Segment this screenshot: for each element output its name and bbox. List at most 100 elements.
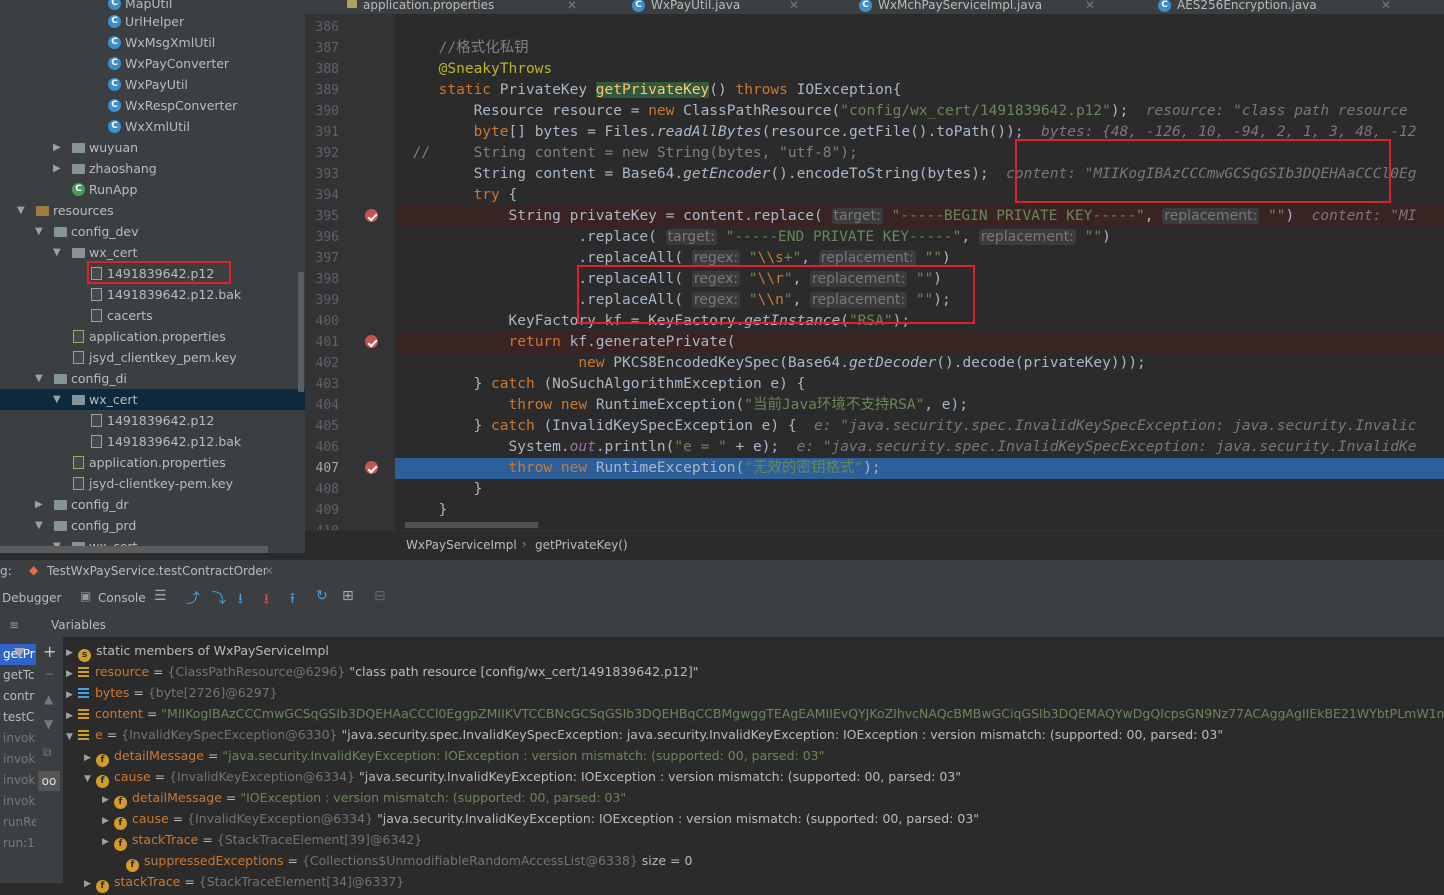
chevron-down-icon[interactable]: ▼ [35, 221, 43, 242]
variable-row[interactable]: ▼ e = {InvalidKeySpecException@6330} "jav… [63, 724, 1444, 745]
add-watch-icon[interactable]: + [43, 642, 56, 661]
filter-icon[interactable]: ▼ [14, 645, 25, 661]
move-up-icon[interactable]: ▲ [44, 692, 53, 706]
tree-item-cacerts[interactable]: cacerts [0, 305, 305, 326]
variable-row[interactable]: ▶ f detailMessage = "java.security.Invalid… [63, 745, 1444, 767]
tab-wxpayutil[interactable]: C WxPayUtil.java [632, 0, 740, 14]
trace-icon[interactable]: ⊟ [374, 588, 386, 604]
frames-list[interactable]: getPr getTc contr testC invok invok invo… [0, 637, 36, 883]
step-into-icon[interactable]: ⭳ [238, 588, 243, 612]
tree-item-config-prd[interactable]: ▼ config_prd [0, 515, 305, 536]
array-icon [78, 688, 89, 698]
chevron-down-icon[interactable]: ▼ [17, 200, 25, 221]
frame-item[interactable]: invok [3, 728, 35, 749]
copy-icon[interactable]: ⧉ [43, 745, 52, 760]
menu-icon[interactable]: ☰ [154, 588, 167, 604]
remove-watch-icon[interactable]: − [44, 667, 54, 681]
step-out-icon[interactable]: ⭱ [290, 588, 295, 612]
chevron-down-icon[interactable]: ▼ [53, 242, 61, 263]
chevron-down-icon[interactable]: ▼ [53, 389, 61, 410]
tree-item-runapp[interactable]: C RunApp [0, 179, 305, 200]
chevron-right-icon[interactable]: ▶ [84, 874, 96, 895]
tree-item-application-properties[interactable]: application.properties [0, 326, 305, 347]
code-line-404: throw new RuntimeException("当前Java环境不支持R… [508, 397, 968, 413]
tab-close[interactable]: ✕ [789, 0, 799, 14]
tree-item-clientkey[interactable]: jsyd-clientkey-pem.key [0, 473, 305, 494]
tree-item-wuyuan[interactable]: ▶ wuyuan [0, 137, 305, 158]
tree-item-wxrespconverter[interactable]: C WxRespConverter [0, 95, 305, 116]
variable-row[interactable]: f suppressedExceptions = {Collections$Unm… [63, 850, 1444, 872]
move-down-icon[interactable]: ▼ [44, 717, 53, 731]
step-over-icon[interactable]: ⤵ [212, 588, 226, 608]
variable-row[interactable]: ▶ bytes = {byte[2726]@6297} [63, 682, 1444, 703]
force-step-into-icon[interactable]: ⭳ [264, 588, 269, 612]
frame-item[interactable]: invok [3, 791, 35, 812]
tree-item-wx-cert[interactable]: ▼wx_cert [0, 242, 305, 263]
tree-item-p12-bak[interactable]: 1491839642.p12.bak [0, 431, 305, 452]
tree-item-config-dev[interactable]: ▼ config_dev [0, 221, 305, 242]
variable-row[interactable]: ▶ resource = {ClassPathResource@6296} "cl… [63, 661, 1444, 682]
tree-item-clientkey[interactable]: jsyd_clientkey_pem.key [0, 347, 305, 368]
tree-item-p12[interactable]: 1491839642.p12 [0, 410, 305, 431]
tree-item-wxmsgxmlutil[interactable]: C WxMsgXmlUtil [0, 32, 305, 53]
tree-item-config-dr[interactable]: ▶ config_dr [0, 494, 305, 515]
debugger-tab[interactable]: Debugger [2, 591, 61, 605]
vertical-scrollbar[interactable] [298, 272, 304, 392]
chevron-right-icon[interactable]: ▶ [53, 158, 61, 179]
breadcrumb-class[interactable]: WxPayServiceImpl [406, 538, 517, 552]
drop-frame-icon[interactable]: ↻ [316, 588, 328, 604]
tree-item-application-properties[interactable]: application.properties [0, 452, 305, 473]
debug-session-tab[interactable]: TestWxPayService.testContractOrder [47, 564, 268, 578]
variable-row[interactable]: ▶ f cause = {InvalidKeyException@6334} "ja… [63, 808, 1444, 830]
chevron-down-icon[interactable]: ▼ [35, 368, 43, 389]
frame-item[interactable]: contr [3, 686, 34, 707]
horizontal-scrollbar[interactable] [405, 522, 538, 528]
variable-row[interactable]: ▶ f stackTrace = {StackTraceElement[39]@63… [63, 829, 1444, 851]
folder-icon [54, 521, 67, 531]
resources-folder-icon [36, 206, 49, 216]
horizontal-scrollbar[interactable] [0, 546, 268, 553]
frames-menu-icon[interactable]: ≡ [9, 618, 19, 632]
breadcrumb-method[interactable]: getPrivateKey() [535, 538, 628, 552]
chevron-right-icon[interactable]: ▶ [53, 137, 61, 158]
frame-item[interactable]: run:1 [3, 833, 35, 854]
tab-close[interactable]: ✕ [1085, 0, 1095, 14]
evaluate-icon[interactable]: ⊞ [342, 588, 354, 604]
tree-item-zhaoshang[interactable]: ▶ zhaoshang [0, 158, 305, 179]
variable-row[interactable]: ▶ f stackTrace = {StackTraceElement[34]@63… [63, 871, 1444, 895]
tree-item-p12-bak[interactable]: 1491839642.p12.bak [0, 284, 305, 305]
chevron-right-icon[interactable]: ▶ [35, 494, 43, 515]
frame-item[interactable]: invok [3, 770, 35, 791]
breakpoint-icon[interactable] [365, 209, 378, 222]
frame-item[interactable]: getTc [3, 665, 35, 686]
variable-row[interactable]: ▶ content = "MIIKogIBAzCCCmwGCSqGSIb3DQEH… [63, 703, 1444, 724]
frame-item[interactable]: invok [3, 749, 35, 770]
frame-item[interactable]: testC [3, 707, 34, 728]
variable-row[interactable]: ▼ f cause = {InvalidKeyException@6334} "ja… [63, 766, 1444, 788]
variables-tree[interactable]: ▶ s static members of WxPayServiceImpl ▶ re… [63, 637, 1444, 893]
console-tab[interactable]: Console [98, 591, 146, 605]
breakpoint-icon[interactable] [365, 335, 378, 348]
tree-item-wxpayconverter[interactable]: C WxPayConverter [0, 53, 305, 74]
editor-gutter[interactable]: 386 387 388 389 390 391 392 393 394 395 … [305, 14, 395, 539]
close-icon[interactable]: ✕ [264, 564, 274, 578]
tab-aes256encryption[interactable]: C AES256Encryption.java [1158, 0, 1317, 14]
tree-item-wxpayutil[interactable]: C WxPayUtil [0, 74, 305, 95]
tree-item-wxxmlutil[interactable]: C WxXmlUtil [0, 116, 305, 137]
watches-toggle-icon[interactable]: oo [38, 771, 60, 791]
tree-item-resources[interactable]: ▼ resources [0, 200, 305, 221]
show-execution-point-icon[interactable]: ⤴ [186, 588, 200, 608]
class-icon: C [108, 78, 121, 91]
tree-item-urlhelper[interactable]: C UrlHelper [0, 11, 305, 32]
frame-item[interactable]: runRe [3, 812, 36, 833]
tab-close[interactable]: ✕ [1381, 0, 1391, 14]
tree-item-config-di[interactable]: ▼ config_di [0, 368, 305, 389]
tab-application-properties[interactable]: application.properties [347, 0, 494, 14]
breakpoint-icon[interactable] [365, 461, 378, 474]
tab-close[interactable]: ✕ [567, 0, 577, 14]
variable-row[interactable]: ▶ f detailMessage = "IOException : version… [63, 787, 1444, 809]
tab-wxmchpayserviceimpl[interactable]: C WxMchPayServiceImpl.java [859, 0, 1042, 14]
variable-row[interactable]: ▶ s static members of WxPayServiceImpl [63, 640, 1444, 662]
chevron-down-icon[interactable]: ▼ [35, 515, 43, 536]
tree-item-wx-cert-selected[interactable]: ▼ wx_cert [0, 389, 305, 410]
